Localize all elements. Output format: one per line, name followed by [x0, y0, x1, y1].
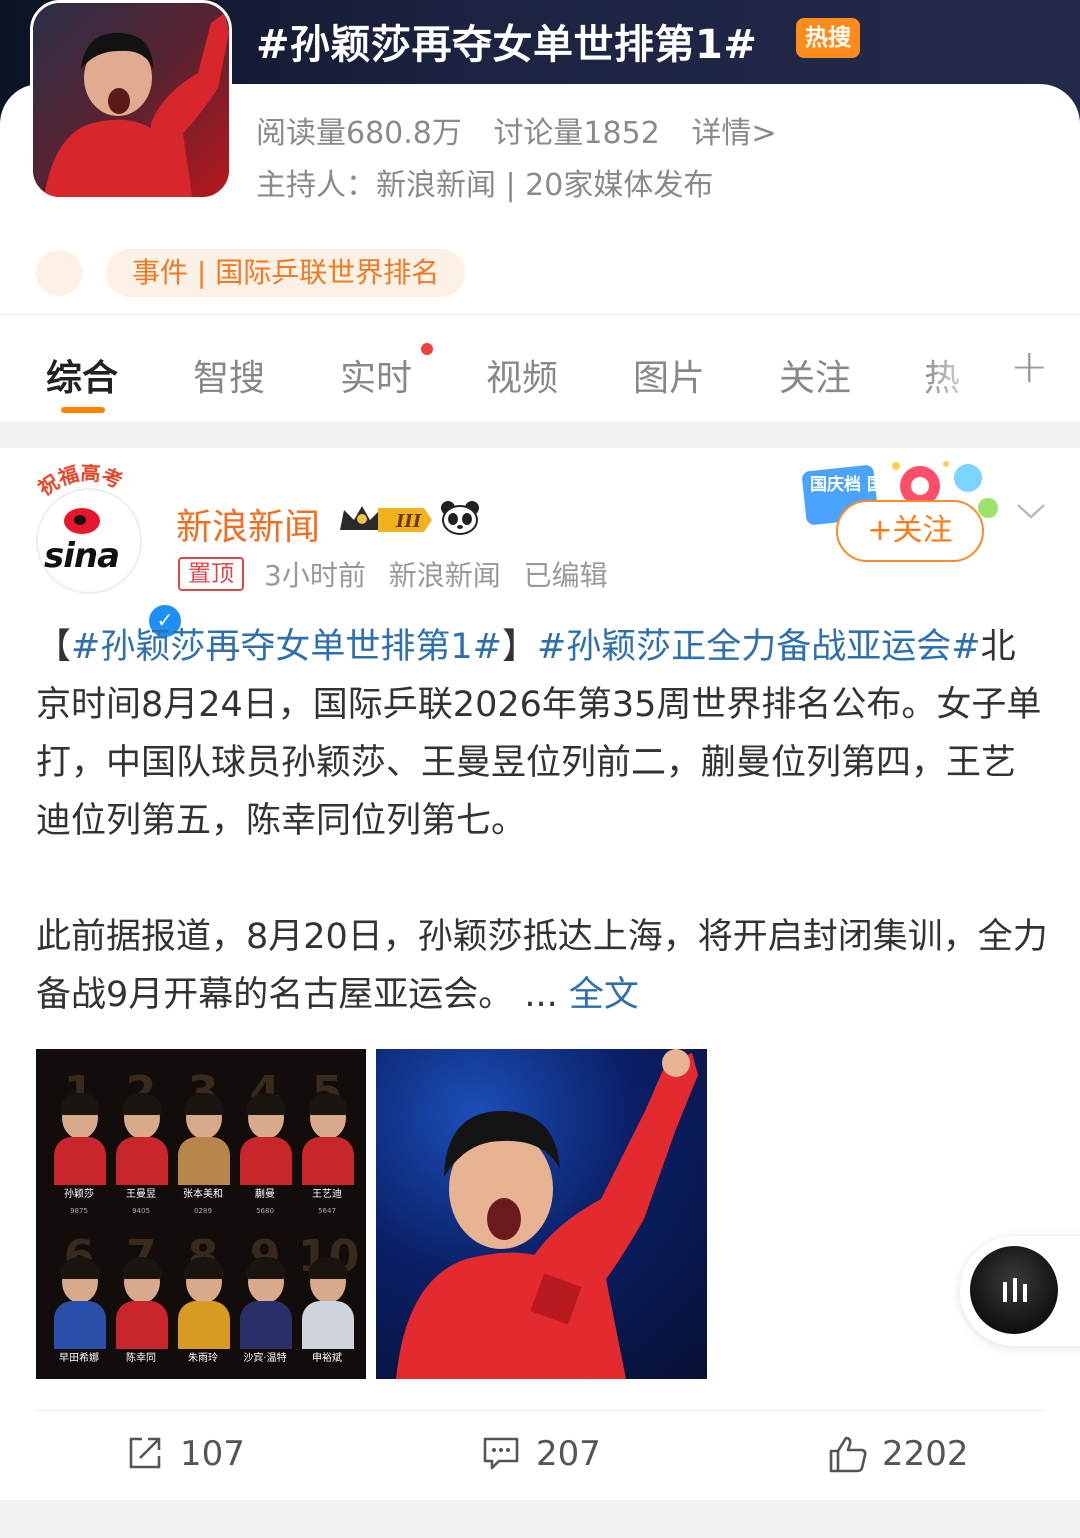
ranking-cell: 10申裕斌 — [298, 1227, 359, 1379]
topic-stats: 阅读量680.8万 讨论量1852 详情> — [256, 108, 798, 152]
tab-realtime[interactable]: 实时 — [340, 349, 412, 401]
comment-count: 207 — [536, 1434, 601, 1474]
player-name: 张本美和 — [183, 1189, 223, 1200]
tab-bar: 综合 智搜 实时 视频 图片 关注 热 + — [0, 314, 1080, 421]
player-name: 王曼昱 — [126, 1189, 156, 1200]
ranking-cell: 8朱雨玲 — [174, 1227, 232, 1379]
add-tab-button[interactable]: + — [1010, 339, 1049, 393]
bracket-open: 【 — [36, 627, 72, 667]
tab-comprehensive[interactable]: 综合 — [46, 349, 118, 401]
music-bars-icon — [1003, 1278, 1027, 1302]
weibo-post-card: 祝福高考 sina ✓ 新浪新闻 III 置顶 3小时前 新浪新闻 已编辑 国庆… — [0, 448, 1080, 1500]
ranking-cell: 4蒯曼5680 — [236, 1063, 294, 1221]
tab-video[interactable]: 视频 — [486, 349, 558, 401]
comment-icon — [483, 1437, 519, 1470]
player-jersey — [54, 1301, 106, 1349]
tab-smart-search[interactable]: 智搜 — [193, 349, 265, 401]
topic-host: 主持人：新浪新闻 | 20家媒体发布 — [256, 168, 714, 203]
hashtag-link-1[interactable]: #孙颖莎再夺女单世排第1# — [71, 627, 502, 667]
music-disc — [970, 1246, 1058, 1334]
ellipsis: ... — [513, 975, 569, 1015]
realtime-new-dot — [421, 343, 433, 355]
player-name: 申裕斌 — [312, 1353, 342, 1364]
ranking-image[interactable]: 1孙颖莎98752王曼昱94053张本美和02894蒯曼56805王艺迪5647… — [36, 1049, 366, 1379]
pinned-badge: 置顶 — [178, 557, 244, 591]
player-jersey — [302, 1137, 354, 1185]
ranking-cell: 1孙颖莎9875 — [50, 1063, 108, 1221]
player-jersey — [54, 1137, 106, 1185]
panda-icon — [441, 501, 479, 535]
ranking-cell: 2王曼昱9405 — [112, 1063, 170, 1221]
thumbs-up-icon — [829, 1436, 867, 1473]
rank-badge-text: III — [395, 511, 422, 532]
ranking-cell: 7陈幸同 — [112, 1227, 170, 1379]
player-name: 沙宾·温特 — [243, 1353, 287, 1364]
player-name: 陈幸同 — [126, 1353, 156, 1364]
player-celebration-image[interactable] — [376, 1049, 707, 1379]
sina-logo: sina — [44, 536, 120, 576]
full-text-link[interactable]: 全文 — [569, 975, 639, 1015]
player-score: 5680 — [256, 1207, 274, 1215]
post-time: 3小时前 — [264, 559, 366, 592]
player-jersey — [116, 1137, 168, 1185]
player-name: 王艺迪 — [312, 1189, 342, 1200]
topic-title: #孙颖莎再夺女单世排第1# — [256, 22, 758, 68]
player-jersey — [116, 1301, 168, 1349]
chevron-down-icon[interactable] — [1014, 494, 1048, 528]
ranking-cell: 6早田希娜 — [50, 1227, 108, 1379]
details-link[interactable]: 详情> — [691, 116, 776, 151]
read-count: 阅读量680.8万 — [256, 116, 462, 151]
player-jersey — [178, 1301, 230, 1349]
feed-bottom-band — [0, 1500, 1080, 1538]
tab-images[interactable]: 图片 — [633, 349, 705, 401]
follow-button[interactable]: +关注 — [836, 500, 984, 562]
player-photo-thumb — [33, 3, 229, 197]
tab-fade — [920, 315, 990, 415]
event-tag-chip[interactable]: 事件 | 国际乒联世界排名 — [106, 249, 466, 297]
player-name: 孙颖莎 — [64, 1189, 94, 1200]
ranking-cell: 9沙宾·温特 — [236, 1227, 294, 1379]
player-score: 9875 — [70, 1207, 88, 1215]
player-score: 0289 — [194, 1207, 212, 1215]
ranking-cell: 5王艺迪5647 — [298, 1063, 356, 1221]
discussion-count: 讨论量1852 — [493, 116, 660, 151]
player-name: 朱雨玲 — [188, 1353, 218, 1364]
post-source: 新浪新闻 — [388, 559, 501, 592]
player-celebration-photo — [396, 1049, 698, 1379]
author-avatar[interactable]: sina ✓ — [36, 488, 184, 640]
hashtag-link-2[interactable]: #孙颖莎正全力备战亚运会# — [537, 627, 981, 667]
action-divider — [36, 1410, 1044, 1411]
player-score: 5647 — [318, 1207, 336, 1215]
post-meta: 3小时前 新浪新闻 已编辑 — [264, 554, 622, 594]
tag-icon — [36, 250, 82, 296]
player-name: 早田希娜 — [59, 1353, 99, 1364]
sina-eye-logo — [64, 508, 100, 534]
post-body: 【#孙颖莎再夺女单世排第1#】#孙颖莎正全力备战亚运会#北京时间8月24日，国际… — [36, 618, 1048, 1024]
share-count: 107 — [180, 1434, 245, 1474]
bracket-close: 】 — [501, 627, 537, 667]
share-icon — [129, 1437, 161, 1469]
player-name: 蒯曼 — [255, 1189, 275, 1200]
player-jersey — [240, 1137, 292, 1185]
like-count: 2202 — [882, 1434, 969, 1474]
active-tab-indicator — [61, 407, 105, 413]
author-name[interactable]: 新浪新闻 — [176, 498, 320, 550]
crown-rank-badge-icon: III — [340, 506, 432, 532]
player-jersey — [240, 1301, 292, 1349]
player-score: 9405 — [132, 1207, 150, 1215]
floating-music-player[interactable] — [960, 1236, 1080, 1346]
tab-following[interactable]: 关注 — [779, 349, 851, 401]
edited-label[interactable]: 已编辑 — [524, 559, 608, 592]
topic-thumbnail[interactable] — [30, 0, 232, 200]
player-jersey — [302, 1301, 354, 1349]
player-jersey — [178, 1137, 230, 1185]
hot-search-badge: 热搜 — [796, 18, 860, 58]
ranking-cell: 3张本美和0289 — [174, 1063, 232, 1221]
